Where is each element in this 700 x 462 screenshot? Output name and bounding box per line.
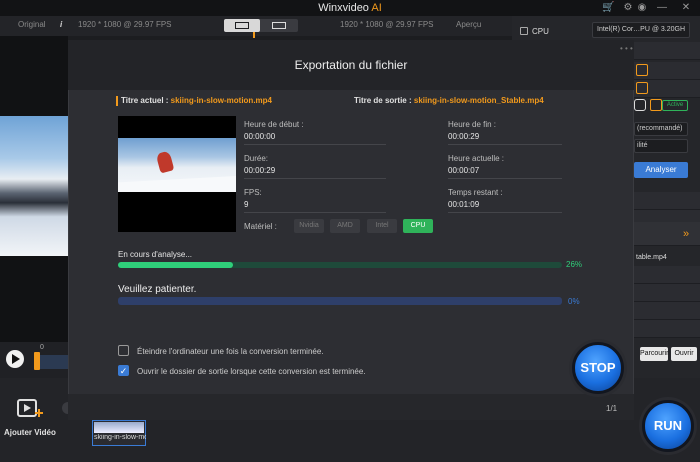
app-title: Winxvideo AI	[0, 2, 700, 14]
hardware-cpu[interactable]: CPU	[403, 219, 433, 233]
shutdown-label: Éteindre l'ordinateur une fois la conver…	[137, 347, 324, 356]
remaining-value: 00:01:09	[448, 200, 480, 209]
end-label: Heure de fin :	[448, 120, 497, 129]
shutdown-checkbox[interactable]	[118, 345, 129, 356]
analysis-progress-bar	[118, 262, 562, 268]
app-title-ai: AI	[371, 2, 382, 14]
collapse-chevron-icon[interactable]: »	[683, 228, 689, 240]
preview-resolution: 1920 * 1080 @ 29.97 FPS	[340, 20, 434, 29]
start-value: 00:00:00	[244, 132, 276, 141]
dialog-menu-icon[interactable]: • • •	[620, 44, 633, 53]
mode-select[interactable]: (recommandé)	[634, 122, 688, 136]
apercu-label: Aperçu	[456, 20, 482, 29]
run-button[interactable]: RUN	[642, 400, 694, 452]
crop-icon[interactable]	[636, 64, 648, 76]
divider	[448, 144, 562, 145]
app-title-main: Winxvideo	[318, 2, 369, 14]
play-button[interactable]	[6, 350, 24, 368]
duration-value: 00:00:29	[244, 166, 276, 175]
start-label: Heure de début :	[244, 120, 304, 129]
duration-label: Durée:	[244, 154, 269, 163]
info-icon[interactable]: i	[60, 20, 62, 29]
split-marker[interactable]	[253, 32, 255, 38]
current-title-value: skiing-in-slow-motion.mp4	[170, 96, 272, 105]
view-mode-toggle[interactable]	[224, 19, 298, 32]
output-filename: table.mp4	[636, 254, 667, 261]
hardware-amd[interactable]: AMD	[330, 219, 360, 233]
open-folder-checkbox[interactable]: ✓	[118, 365, 129, 376]
divider	[244, 178, 386, 179]
left-video-bg-bottom	[0, 256, 68, 342]
current-time-label: Heure actuelle :	[448, 154, 505, 163]
file-thumbnail[interactable]: skiing-in-slow-mo	[92, 420, 146, 446]
original-video-frame	[0, 116, 68, 256]
account-icon[interactable]: ◉	[636, 2, 648, 14]
output-title: Titre de sortie : skiing-in-slow-motion_…	[354, 96, 544, 105]
thumbnail-caption: skiing-in-slow-mo	[94, 434, 146, 441]
overall-percent: 0%	[568, 297, 580, 306]
mode-select-value: (recommandé)	[637, 125, 683, 132]
analyser-button[interactable]: Analyser	[634, 162, 688, 178]
quality-select[interactable]: ilité	[634, 139, 688, 153]
side-by-side-icon[interactable]	[272, 22, 286, 29]
fps-label: FPS:	[244, 188, 262, 197]
fps-value: 9	[244, 200, 249, 209]
analysis-status-label: En cours d'analyse...	[118, 250, 193, 259]
gear-icon[interactable]: ⚙	[622, 2, 634, 14]
hardware-nvidia[interactable]: Nvidia	[294, 219, 324, 233]
cpu-checkbox[interactable]	[520, 27, 528, 35]
timeline-handle[interactable]	[34, 352, 40, 370]
stabilize-icon[interactable]	[650, 99, 662, 111]
current-title-label: Titre actuel :	[121, 96, 169, 105]
camera-icon[interactable]	[634, 99, 646, 111]
remaining-label: Temps restant :	[448, 188, 503, 197]
original-resolution: 1920 * 1080 @ 29.97 FPS	[78, 20, 172, 29]
scrub-value: 0	[40, 344, 44, 351]
dialog-footer	[68, 394, 634, 420]
current-time-value: 00:00:07	[448, 166, 480, 175]
parcourir-button[interactable]: Parcourir	[640, 347, 668, 361]
expand-icon[interactable]	[636, 82, 648, 94]
add-video-icon[interactable]	[16, 398, 44, 422]
close-icon[interactable]: ✕	[680, 2, 692, 14]
left-video-bg-top	[0, 36, 68, 116]
hardware-label: Matériel :	[244, 222, 277, 231]
wait-label: Veuillez patienter.	[118, 284, 197, 295]
divider	[244, 144, 386, 145]
cpu-label: CPU	[532, 27, 549, 36]
view-mode-split[interactable]	[224, 19, 260, 32]
overall-progress-bar	[118, 297, 562, 305]
active-badge: Active	[662, 100, 688, 111]
quality-select-value: ilité	[637, 142, 648, 149]
divider	[244, 212, 386, 213]
accent-bar	[116, 96, 118, 106]
divider	[448, 178, 562, 179]
analysis-percent: 26%	[566, 260, 583, 269]
split-view-icon	[235, 22, 249, 29]
thumbnail-image	[94, 422, 144, 433]
ouvrir-button[interactable]: Ouvrir	[671, 347, 697, 361]
minimize-icon[interactable]: —	[656, 2, 668, 14]
current-title: Titre actuel : skiing-in-slow-motion.mp4	[121, 96, 272, 105]
hardware-intel[interactable]: Intel	[367, 219, 397, 233]
original-label: Original	[18, 20, 46, 29]
stop-button[interactable]: STOP	[572, 342, 624, 394]
cart-icon[interactable]: 🛒	[602, 2, 614, 14]
cpu-select[interactable]: Intel(R) Cor…PU @ 3.20GH	[592, 22, 690, 38]
page-indicator: 1/1	[606, 404, 618, 413]
preview-header: Original i 1920 * 1080 @ 29.97 FPS 1920 …	[0, 16, 512, 36]
output-title-label: Titre de sortie :	[354, 96, 412, 105]
end-value: 00:00:29	[448, 132, 480, 141]
cpu-select-value: Intel(R) Cor…PU @ 3.20GH	[597, 26, 686, 33]
output-title-value: skiing-in-slow-motion_Stable.mp4	[413, 96, 544, 105]
add-video-label[interactable]: Ajouter Vidéo	[4, 428, 56, 437]
dialog-title: Exportation du fichier	[294, 58, 408, 72]
open-folder-label: Ouvrir le dossier de sortie lorsque cett…	[137, 367, 366, 376]
analysis-progress-fill	[118, 262, 234, 268]
divider	[448, 212, 562, 213]
